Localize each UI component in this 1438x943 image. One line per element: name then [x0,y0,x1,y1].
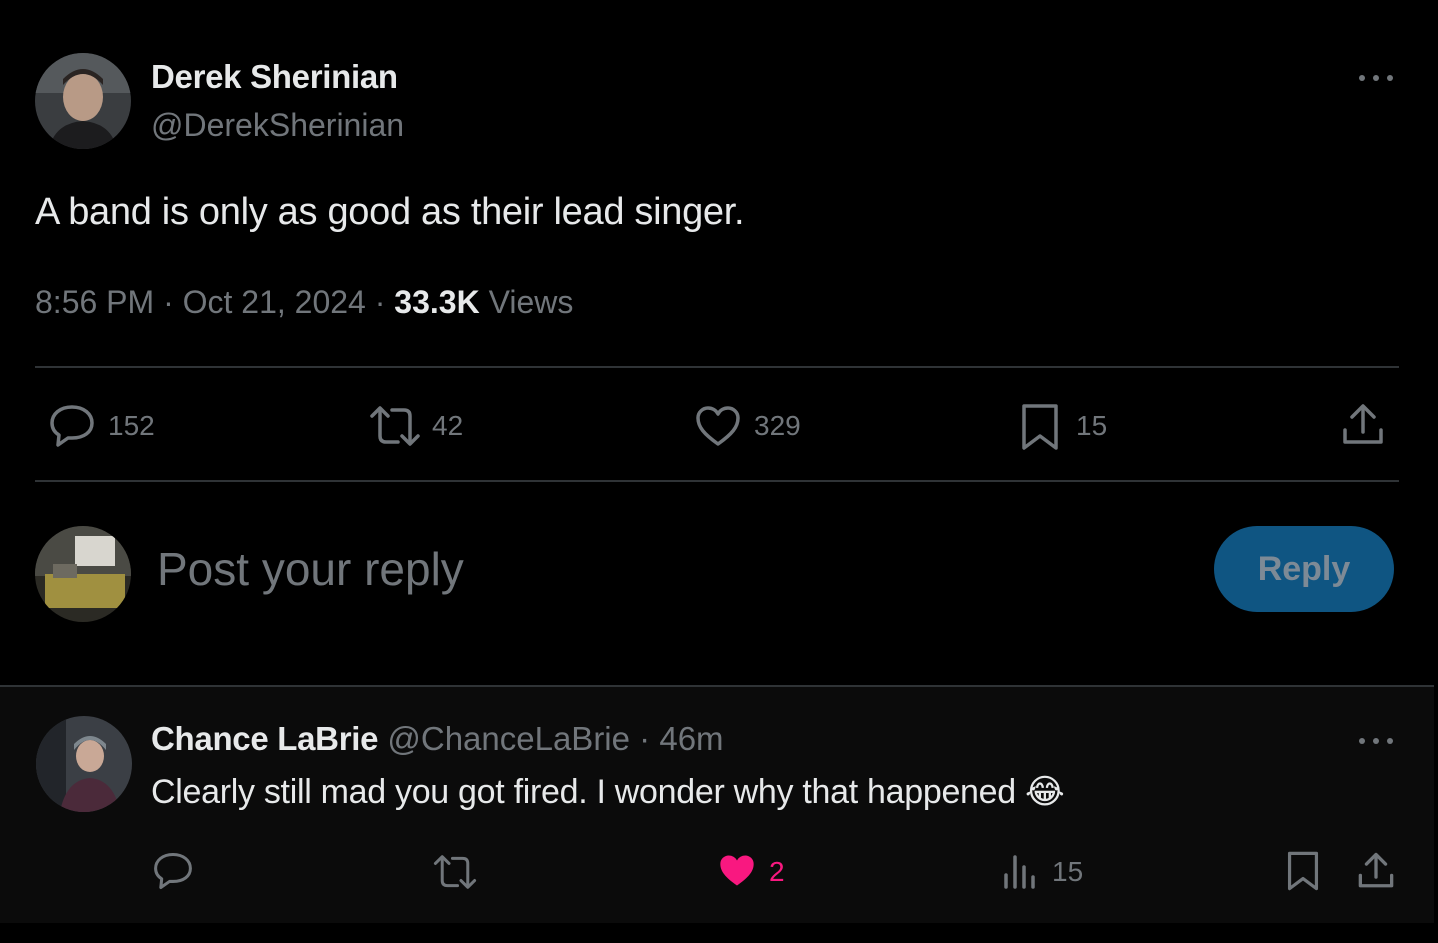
reply-share-icon[interactable] [1356,851,1396,891]
share-icon[interactable] [1340,402,1386,448]
views-label: Views [488,284,574,320]
repost-count[interactable]: 42 [432,410,463,442]
reply-more-icon[interactable] [1356,731,1396,751]
divider-top [35,366,1399,368]
reply-author-name[interactable]: Chance LaBrie [151,720,378,757]
reply-like-icon[interactable] [717,852,757,889]
reply-views-count[interactable]: 15 [1052,856,1083,888]
reply-button[interactable]: Reply [1214,526,1394,612]
author-handle[interactable]: @DerekSherinian [151,107,404,144]
reply-separator: · [639,720,651,757]
meta-separator: · [163,284,174,320]
reply-header: Chance LaBrie @ChanceLaBrie · 46m [151,720,724,758]
like-icon[interactable] [694,404,742,448]
author-avatar[interactable] [35,53,131,149]
bookmark-count[interactable]: 15 [1076,410,1107,442]
reply-author-handle[interactable]: @ChanceLaBrie [387,720,630,757]
tweet-text: A band is only as good as their lead sin… [35,191,745,233]
reply-bookmark-icon[interactable] [1286,850,1320,892]
reply-author-avatar[interactable] [36,716,132,812]
reply-like-count[interactable]: 2 [769,856,785,888]
reply-text: Clearly still mad you got fired. I wonde… [151,773,1065,811]
views-count: 33.3K [394,284,480,320]
user-avatar [35,526,131,622]
divider-bottom [35,480,1399,482]
reply-icon[interactable] [48,403,96,449]
repost-icon[interactable] [368,404,422,448]
reply-repost-icon[interactable] [432,853,478,891]
reply-input[interactable]: Post your reply [157,542,1177,596]
meta-separator: · [374,284,386,320]
reply-count[interactable]: 152 [108,410,155,442]
reply-time[interactable]: 46m [659,720,723,757]
bookmark-icon[interactable] [1020,402,1060,452]
more-icon[interactable] [1356,68,1396,88]
views-icon[interactable] [1002,853,1038,889]
tweet-time[interactable]: 8:56 PM [35,284,154,320]
reply-reply-icon[interactable] [152,851,194,891]
like-count[interactable]: 329 [754,410,801,442]
tweet-meta: 8:56 PM · Oct 21, 2024 · 33.3K Views [35,284,573,321]
author-name[interactable]: Derek Sherinian [151,58,398,96]
tweet-date[interactable]: Oct 21, 2024 [183,284,366,320]
